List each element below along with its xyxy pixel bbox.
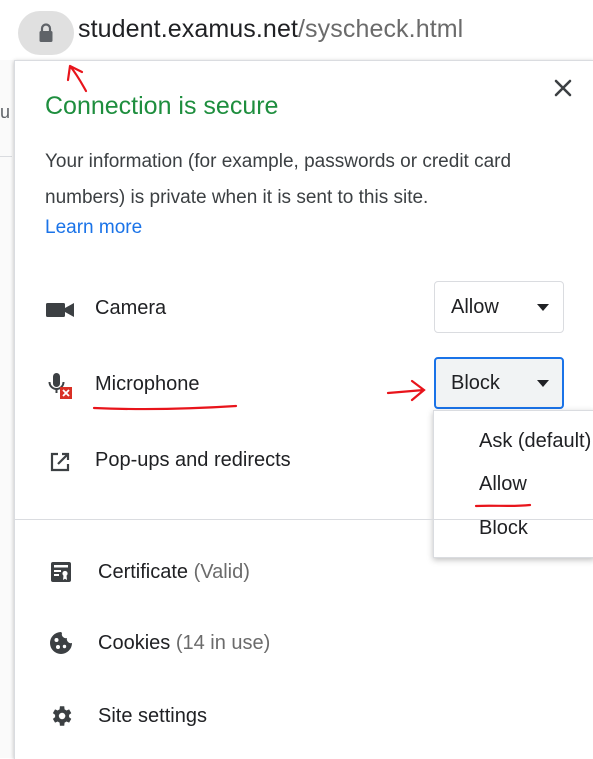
background-page <box>0 60 14 758</box>
dropdown-option-block[interactable]: Block <box>479 517 528 540</box>
connection-title: Connection is secure <box>45 92 279 120</box>
site-settings-item[interactable]: Site settings <box>98 705 207 728</box>
address-bar[interactable]: student.examus.net/syscheck.html <box>0 0 593 66</box>
camera-permission-value: Allow <box>451 296 499 318</box>
dropdown-option-ask[interactable]: Ask (default) <box>479 430 591 453</box>
certificate-item[interactable]: Certificate (Valid) <box>98 561 250 584</box>
camera-icon <box>44 294 76 326</box>
microphone-permission-select[interactable]: Block <box>434 357 564 409</box>
site-info-button[interactable] <box>18 11 74 55</box>
background-page-text: u <box>0 102 11 122</box>
camera-label: Camera <box>95 297 167 319</box>
chevron-down-icon <box>537 304 549 311</box>
microphone-label: Microphone <box>95 373 200 395</box>
close-button[interactable] <box>549 74 577 102</box>
microphone-blocked-icon <box>44 370 76 402</box>
lock-icon <box>39 23 53 42</box>
url-host: student.examus.net <box>78 15 298 43</box>
gear-icon <box>46 701 76 731</box>
camera-permission-select[interactable]: Allow <box>434 281 564 333</box>
chevron-down-icon <box>537 380 549 387</box>
certificate-icon <box>46 557 76 587</box>
certificate-status: (Valid) <box>193 561 250 583</box>
section-divider <box>15 519 593 520</box>
cookie-icon <box>46 628 76 658</box>
url-path: /syscheck.html <box>298 15 464 43</box>
popups-label: Pop-ups and redirects <box>95 449 291 471</box>
microphone-permission-value: Block <box>451 372 500 394</box>
dropdown-option-allow[interactable]: Allow <box>479 473 527 496</box>
background-page-divider <box>0 156 12 157</box>
cookies-label: Cookies <box>98 632 171 654</box>
permission-dropdown-menu: Ask (default) Allow Block <box>433 410 593 558</box>
learn-more-link[interactable]: Learn more <box>45 217 142 239</box>
close-icon <box>554 79 572 97</box>
certificate-label: Certificate <box>98 561 189 583</box>
connection-description: Your information (for example, passwords… <box>45 151 512 208</box>
cookies-count: (14 in use) <box>175 632 271 654</box>
url-text[interactable]: student.examus.net/syscheck.html <box>78 15 463 44</box>
cookies-item[interactable]: Cookies (14 in use) <box>98 632 270 655</box>
external-link-icon <box>44 446 76 478</box>
